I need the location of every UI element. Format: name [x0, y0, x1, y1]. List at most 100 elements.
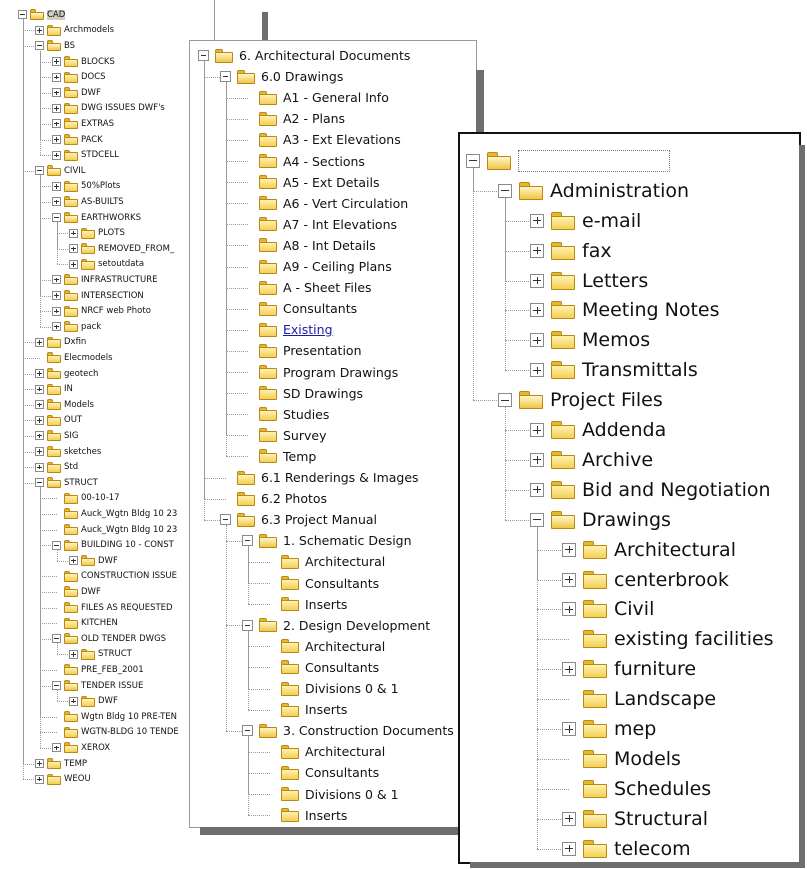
- tree-node[interactable]: Studies: [242, 404, 329, 425]
- expand-icon[interactable]: [52, 275, 61, 285]
- tree-node[interactable]: Dxfin: [35, 335, 86, 351]
- tree-node[interactable]: Program Drawings: [242, 362, 398, 383]
- collapse-icon[interactable]: [52, 681, 61, 691]
- tree-node[interactable]: Archive: [530, 445, 653, 475]
- tree-node[interactable]: OLD TENDER DWGS: [52, 631, 166, 647]
- expand-icon[interactable]: [52, 103, 61, 113]
- tree-node[interactable]: Schedules: [562, 774, 711, 804]
- tree-node[interactable]: Meeting Notes: [530, 296, 720, 326]
- collapse-icon[interactable]: [220, 514, 231, 526]
- tree-node[interactable]: DWF: [52, 85, 101, 101]
- tree-node[interactable]: Auck_Wgtn Bldg 10 23: [52, 522, 177, 538]
- tree-node[interactable]: geotech: [35, 366, 98, 382]
- collapse-icon[interactable]: [52, 540, 61, 550]
- expand-icon[interactable]: [530, 273, 544, 288]
- tree-node[interactable]: FILES AS REQUESTED: [52, 600, 173, 616]
- expand-icon[interactable]: [69, 228, 78, 238]
- expand-icon[interactable]: [530, 333, 544, 348]
- tree-node[interactable]: 6.2 Photos: [220, 488, 327, 509]
- tree-node[interactable]: INFRASTRUCTURE: [52, 272, 157, 288]
- tree-node[interactable]: Architectural: [264, 741, 385, 762]
- tree-node[interactable]: A1 - General Info: [242, 87, 389, 108]
- tree-node[interactable]: EXTRAS: [52, 116, 114, 132]
- tree-node[interactable]: 6.3 Project Manual: [220, 509, 377, 530]
- tree-node[interactable]: TENDER ISSUE: [52, 678, 143, 694]
- tree-node[interactable]: Architectural: [562, 535, 736, 565]
- tree-node[interactable]: REMOVED_FROM_: [69, 241, 174, 257]
- tree-node[interactable]: e-mail: [530, 206, 641, 236]
- expand-icon[interactable]: [35, 431, 44, 441]
- tree-node[interactable]: Std: [35, 459, 78, 475]
- collapse-icon[interactable]: [35, 166, 44, 176]
- tree-node[interactable]: A8 - Int Details: [242, 235, 376, 256]
- tree-node[interactable]: DWF: [52, 584, 101, 600]
- tree-node[interactable]: Models: [562, 744, 681, 774]
- tree-node[interactable]: fax: [530, 236, 612, 266]
- expand-icon[interactable]: [35, 774, 44, 784]
- collapse-icon[interactable]: [35, 478, 44, 488]
- expand-icon[interactable]: [562, 662, 576, 677]
- tree-node[interactable]: Consultants: [264, 657, 379, 678]
- tree-node[interactable]: Existing: [242, 319, 333, 340]
- tree-node[interactable]: TEMP: [35, 756, 87, 772]
- tree-node[interactable]: CIVIL: [35, 163, 86, 179]
- tree-node[interactable]: 6. Architectural Documents: [198, 45, 410, 66]
- tree-node[interactable]: Drawings: [530, 505, 671, 535]
- expand-icon[interactable]: [69, 244, 78, 254]
- tree-node[interactable]: A9 - Ceiling Plans: [242, 256, 392, 277]
- tree-node[interactable]: A3 - Ext Elevations: [242, 129, 401, 150]
- expand-icon[interactable]: [52, 181, 61, 191]
- tree-node[interactable]: PACK: [52, 132, 103, 148]
- tree-node[interactable]: Presentation: [242, 340, 362, 361]
- tree-node[interactable]: CAD: [18, 7, 66, 23]
- tree-node[interactable]: Inserts: [264, 699, 347, 720]
- tree-node[interactable]: Inserts: [264, 805, 347, 826]
- expand-icon[interactable]: [530, 482, 544, 497]
- tree-node[interactable]: Inserts: [264, 594, 347, 615]
- tree-node[interactable]: 1. Schematic Design: [242, 530, 412, 551]
- tree-node[interactable]: NRCF web Photo: [52, 303, 151, 319]
- expand-icon[interactable]: [35, 447, 44, 457]
- expand-icon[interactable]: [52, 88, 61, 98]
- collapse-icon[interactable]: [498, 393, 512, 408]
- collapse-icon[interactable]: [242, 725, 253, 737]
- tree-node[interactable]: 50%Plots: [52, 179, 120, 195]
- tree-node[interactable]: 3. Construction Documents: [242, 720, 454, 741]
- expand-icon[interactable]: [52, 150, 61, 160]
- expand-icon[interactable]: [52, 72, 61, 82]
- expand-icon[interactable]: [52, 322, 61, 332]
- expand-icon[interactable]: [69, 259, 78, 269]
- tree-node[interactable]: Survey: [242, 425, 326, 446]
- tree-node[interactable]: BUILDING 10 - CONST: [52, 537, 174, 553]
- tree-node[interactable]: Structural: [562, 804, 708, 834]
- tree-node[interactable]: PRE_FEB_2001: [52, 662, 144, 678]
- tree-node[interactable]: centerbrook: [562, 565, 729, 595]
- expand-icon[interactable]: [562, 542, 576, 557]
- tree-node[interactable]: Models: [35, 397, 94, 413]
- expand-icon[interactable]: [69, 696, 78, 706]
- expand-icon[interactable]: [35, 384, 44, 394]
- tree-node[interactable]: Addenda: [530, 415, 666, 445]
- tree-node[interactable]: Administration: [498, 176, 689, 206]
- tree-node[interactable]: sketches: [35, 444, 101, 460]
- tree-node[interactable]: Divisions 0 & 1: [264, 784, 399, 805]
- expand-icon[interactable]: [52, 197, 61, 207]
- tree-node[interactable]: setoutdata: [69, 257, 144, 273]
- expand-icon[interactable]: [35, 369, 44, 379]
- expand-icon[interactable]: [35, 337, 44, 347]
- expand-icon[interactable]: [52, 135, 61, 145]
- tree-node[interactable]: INTERSECTION: [52, 288, 144, 304]
- tree-node[interactable]: AS-BUILTS: [52, 194, 124, 210]
- tree-node[interactable]: Consultants: [264, 573, 379, 594]
- expand-icon[interactable]: [52, 57, 61, 67]
- tree-node[interactable]: WGTN-BLDG 10 TENDE: [52, 725, 179, 741]
- tree-node[interactable]: DWF: [69, 693, 118, 709]
- expand-icon[interactable]: [530, 363, 544, 378]
- expand-icon[interactable]: [562, 572, 576, 587]
- tree-node[interactable]: mep: [562, 714, 656, 744]
- expand-icon[interactable]: [69, 649, 78, 659]
- tree-node[interactable]: DOCS: [52, 69, 106, 85]
- expand-icon[interactable]: [69, 556, 78, 566]
- tree-node[interactable]: BS: [35, 38, 75, 54]
- tree-node[interactable]: PLOTS: [69, 225, 125, 241]
